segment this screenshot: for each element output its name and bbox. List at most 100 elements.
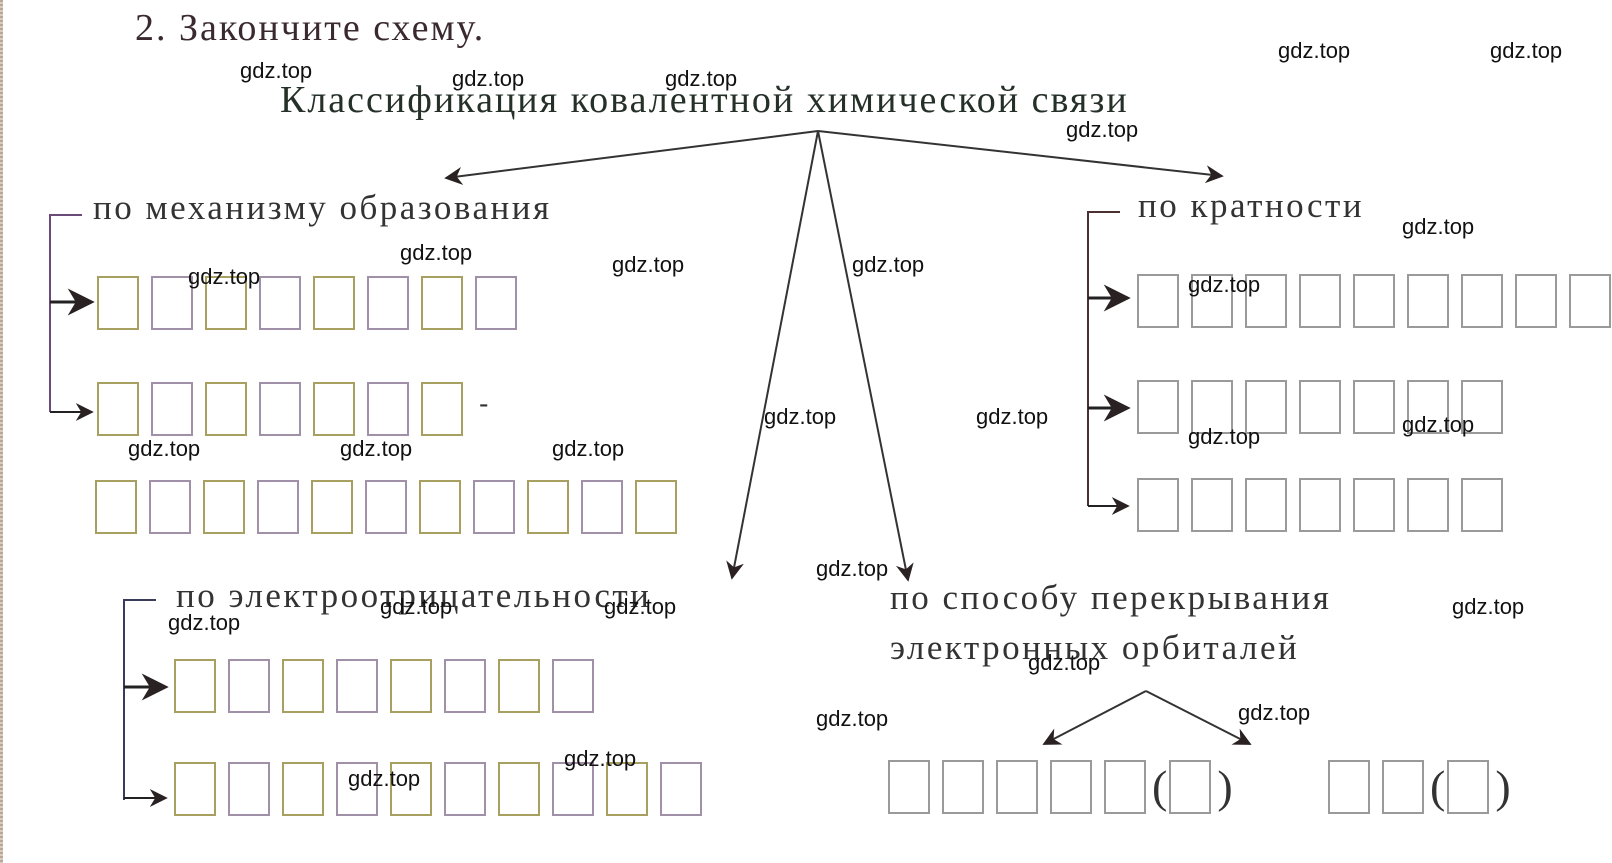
answer-box[interactable] — [1407, 274, 1449, 328]
answer-box[interactable] — [97, 276, 139, 330]
answer-box[interactable] — [1137, 380, 1179, 434]
watermark: gdz.top — [1278, 38, 1351, 63]
watermark: gdz.top — [764, 404, 837, 429]
answer-box[interactable] — [1137, 274, 1179, 328]
answer-box[interactable] — [365, 480, 407, 534]
arrow-to-mechanism — [444, 130, 819, 185]
watermark: gdz.top — [348, 766, 421, 791]
watermark: gdz.top — [340, 436, 413, 461]
answer-box[interactable] — [313, 382, 355, 436]
answer-box[interactable] — [151, 276, 193, 330]
answer-box[interactable] — [228, 762, 270, 816]
answer-box[interactable] — [367, 276, 409, 330]
answer-box[interactable] — [1328, 760, 1370, 814]
electronegativity-bracket — [123, 599, 156, 800]
watermark: gdz.top — [380, 594, 453, 619]
answer-row-overlap-2: () — [1328, 760, 1513, 814]
watermark: gdz.top — [976, 404, 1049, 429]
answer-box[interactable] — [1353, 380, 1395, 434]
watermark: gdz.top — [816, 556, 889, 581]
watermark: gdz.top — [1452, 594, 1525, 619]
watermark: gdz.top — [188, 264, 261, 289]
answer-box[interactable] — [1137, 478, 1179, 532]
answer-box[interactable] — [205, 382, 247, 436]
hyphen-mark: - — [479, 387, 489, 420]
answer-row-electronegativity-1 — [174, 659, 606, 713]
branch-label-overlap-line1: по способу перекрывания — [890, 578, 1332, 617]
answer-box[interactable] — [635, 480, 677, 534]
answer-box[interactable] — [1191, 478, 1233, 532]
answer-box[interactable] — [228, 659, 270, 713]
answer-row-mechanism-1 — [97, 276, 529, 330]
answer-box[interactable] — [282, 762, 324, 816]
answer-box[interactable] — [1461, 478, 1503, 532]
answer-box[interactable] — [97, 382, 139, 436]
answer-box[interactable] — [527, 480, 569, 534]
answer-box[interactable] — [473, 480, 515, 534]
answer-box[interactable] — [1353, 274, 1395, 328]
answer-box[interactable] — [1461, 274, 1503, 328]
answer-box[interactable] — [421, 382, 463, 436]
watermark: gdz.top — [1188, 272, 1261, 297]
watermark: gdz.top — [1238, 700, 1311, 725]
watermark: gdz.top — [1028, 650, 1101, 675]
paren-answer-box[interactable] — [1447, 760, 1490, 814]
answer-box[interactable] — [259, 276, 301, 330]
answer-row-mechanism-3 — [95, 480, 689, 534]
answer-box[interactable] — [1104, 760, 1146, 814]
answer-box[interactable] — [660, 762, 702, 816]
answer-box[interactable] — [1299, 380, 1341, 434]
answer-box[interactable] — [95, 480, 137, 534]
watermark: gdz.top — [612, 252, 685, 277]
answer-box[interactable] — [174, 659, 216, 713]
answer-box[interactable] — [444, 659, 486, 713]
answer-box[interactable] — [336, 659, 378, 713]
answer-box[interactable] — [475, 276, 517, 330]
answer-box[interactable] — [257, 480, 299, 534]
answer-box[interactable] — [444, 762, 486, 816]
arrow-to-overlap — [817, 130, 914, 582]
overlap-arrow-left — [1042, 690, 1147, 745]
answer-box[interactable] — [259, 382, 301, 436]
answer-box[interactable] — [996, 760, 1038, 814]
close-parenthesis: ) — [1495, 761, 1511, 812]
watermark: gdz.top — [665, 66, 738, 91]
multiplicity-bracket — [1087, 211, 1120, 506]
watermark: gdz.top — [168, 610, 241, 635]
answer-box[interactable] — [311, 480, 353, 534]
answer-box[interactable] — [1407, 478, 1449, 532]
close-parenthesis: ) — [1217, 761, 1233, 812]
watermark: gdz.top — [1490, 38, 1563, 63]
answer-box[interactable] — [390, 659, 432, 713]
answer-box[interactable] — [1299, 274, 1341, 328]
watermark: gdz.top — [128, 436, 201, 461]
answer-box[interactable] — [203, 480, 245, 534]
answer-box[interactable] — [1515, 274, 1557, 328]
branch-label-mechanism: по механизму образования — [93, 188, 552, 227]
answer-box[interactable] — [581, 480, 623, 534]
answer-box[interactable] — [419, 480, 461, 534]
answer-box[interactable] — [1245, 478, 1287, 532]
answer-box[interactable] — [498, 659, 540, 713]
answer-box[interactable] — [942, 760, 984, 814]
watermark: gdz.top — [452, 66, 525, 91]
answer-box[interactable] — [421, 276, 463, 330]
answer-box[interactable] — [313, 276, 355, 330]
watermark: gdz.top — [1188, 424, 1261, 449]
answer-box[interactable] — [888, 760, 930, 814]
watermark: gdz.top — [816, 706, 889, 731]
answer-box[interactable] — [552, 659, 594, 713]
answer-box[interactable] — [1050, 760, 1092, 814]
answer-box[interactable] — [1382, 760, 1424, 814]
paren-answer-box[interactable] — [1169, 760, 1212, 814]
answer-box[interactable] — [1353, 478, 1395, 532]
answer-box[interactable] — [151, 382, 193, 436]
answer-box[interactable] — [282, 659, 324, 713]
answer-box[interactable] — [1299, 478, 1341, 532]
answer-box[interactable] — [174, 762, 216, 816]
answer-box[interactable] — [149, 480, 191, 534]
answer-box[interactable] — [367, 382, 409, 436]
branch-label-multiplicity: по кратности — [1138, 186, 1365, 225]
answer-box[interactable] — [1569, 274, 1611, 328]
answer-box[interactable] — [498, 762, 540, 816]
